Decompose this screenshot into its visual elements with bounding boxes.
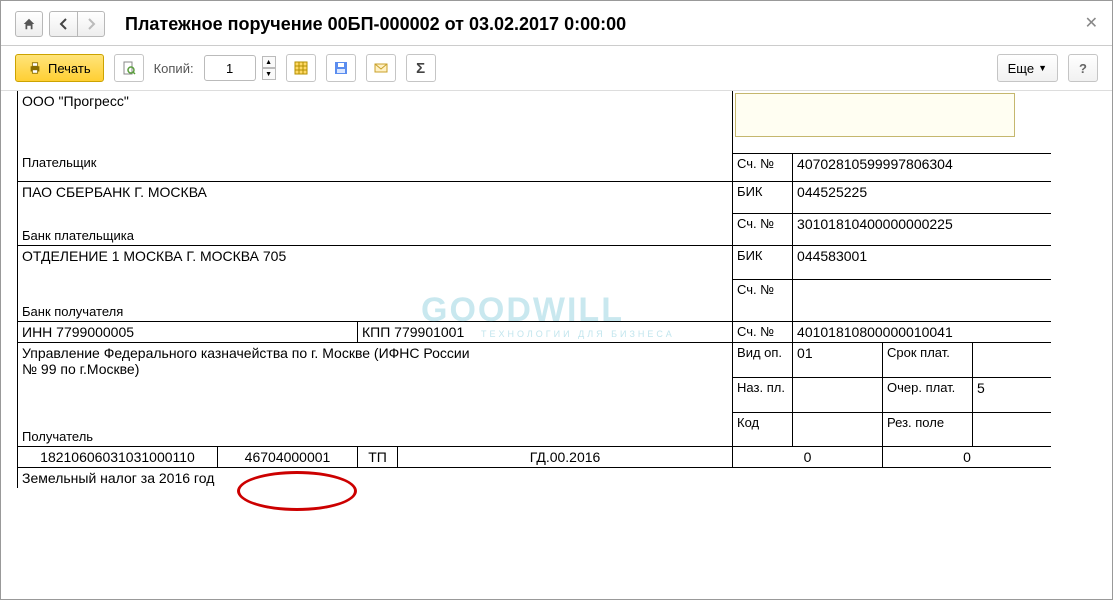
email-button[interactable] — [366, 54, 396, 82]
recip-bank-label: Банк получателя — [22, 304, 728, 319]
vid-op-label: Вид оп. — [733, 342, 793, 377]
titlebar: Платежное поручение 00БП-000002 от 03.02… — [1, 1, 1112, 46]
payer-bank-label: Банк плательщика — [22, 228, 728, 243]
recip-bik: 044583001 — [793, 245, 1051, 279]
recip-bik-label: БИК — [733, 245, 793, 279]
payer-bank-name: ПАО СБЕРБАНК Г. МОСКВА — [22, 184, 728, 200]
amount-box — [735, 93, 1015, 137]
srok-label: Срок плат. — [883, 342, 973, 377]
payer-field-label: Плательщик — [22, 155, 728, 170]
document-area[interactable]: GOODWILL ТЕХНОЛОГИИ ДЛЯ БИЗНЕСА ООО "Про… — [1, 91, 1112, 599]
recip-account-label: Сч. № — [733, 321, 793, 342]
preview-icon — [121, 60, 137, 76]
naz-label: Наз. пл. — [733, 377, 793, 412]
close-button[interactable]: ✕ — [1085, 13, 1098, 33]
more-button[interactable]: Еще ▼ — [997, 54, 1058, 82]
row-zero1: 0 — [733, 446, 883, 467]
row-kbk: 18210606031031000110 — [18, 446, 218, 467]
floppy-icon — [333, 60, 349, 76]
recip-account: 40101810800000010041 — [793, 321, 1051, 342]
home-button[interactable] — [15, 11, 43, 37]
row-zero2: 0 — [883, 446, 1051, 467]
back-button[interactable] — [49, 11, 77, 37]
payment-order-table: ООО "Прогресс" Плательщик Сч. № 40702810… — [17, 91, 1051, 488]
copies-label: Копий: — [154, 61, 194, 76]
print-button[interactable]: Печать — [15, 54, 104, 82]
sum-button[interactable]: Σ — [406, 54, 436, 82]
payer-bik: 044525225 — [793, 181, 1051, 213]
kod-label: Код — [733, 412, 793, 446]
payer-corr-label: Сч. № — [733, 213, 793, 245]
toolbar: Печать Копий: ▲ ▼ Σ Еще ▼ ? — [1, 46, 1112, 91]
printer-icon — [28, 61, 42, 75]
row-tp: ТП — [358, 446, 398, 467]
payer-name: ООО "Прогресс" — [22, 93, 728, 109]
window: Платежное поручение 00БП-000002 от 03.02… — [0, 0, 1113, 600]
help-button[interactable]: ? — [1068, 54, 1098, 82]
copies-input[interactable] — [204, 55, 256, 81]
grid-icon — [293, 60, 309, 76]
recip-name: Управление Федерального казначейства по … — [22, 345, 472, 377]
spinner-down[interactable]: ▼ — [262, 68, 276, 80]
recip-bank-name: ОТДЕЛЕНИЕ 1 МОСКВА Г. МОСКВА 705 — [22, 248, 728, 264]
nav-group — [49, 11, 105, 37]
vid-op: 01 — [793, 342, 883, 377]
more-label: Еще — [1008, 61, 1034, 76]
print-label: Печать — [48, 61, 91, 76]
payer-corr: 30101810400000000225 — [793, 213, 1051, 245]
save-button[interactable] — [326, 54, 356, 82]
recip-kpp: КПП 779901001 — [358, 321, 733, 342]
home-icon — [22, 17, 36, 31]
arrow-left-icon — [58, 18, 70, 30]
spinner-up[interactable]: ▲ — [262, 56, 276, 68]
chevron-down-icon: ▼ — [1038, 63, 1047, 73]
mail-icon — [373, 60, 389, 76]
recip-label: Получатель — [22, 429, 728, 444]
rez-label: Рез. поле — [883, 412, 973, 446]
question-icon: ? — [1079, 61, 1087, 76]
window-title: Платежное поручение 00БП-000002 от 03.02… — [125, 14, 626, 35]
recip-corr-label: Сч. № — [733, 279, 793, 321]
payer-account-label: Сч. № — [733, 154, 793, 181]
payment-purpose: Земельный налог за 2016 год — [18, 467, 1052, 488]
sigma-icon: Σ — [416, 60, 425, 77]
row-oktmo: 46704000001 — [245, 449, 331, 465]
template-button[interactable] — [286, 54, 316, 82]
preview-button[interactable] — [114, 54, 144, 82]
payer-account: 40702810599997806304 — [793, 154, 1051, 181]
copies-spinner: ▲ ▼ — [262, 56, 276, 80]
row-period: ГД.00.2016 — [398, 446, 733, 467]
bik-label: БИК — [733, 181, 793, 213]
ocher-label: Очер. плат. — [883, 377, 973, 412]
recip-inn: ИНН 7799000005 — [18, 321, 358, 342]
forward-button[interactable] — [77, 11, 105, 37]
ocher: 5 — [973, 377, 1051, 412]
arrow-right-icon — [85, 18, 97, 30]
